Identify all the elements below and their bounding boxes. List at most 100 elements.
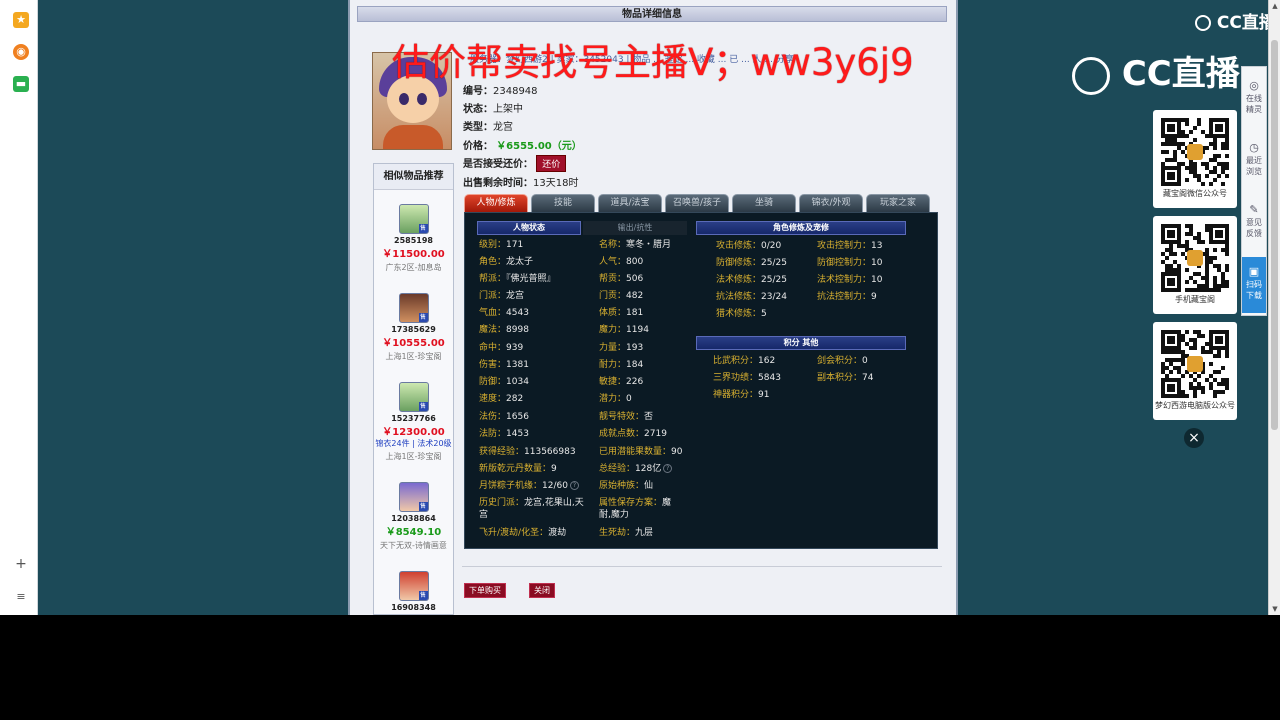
- menu-icon[interactable]: ≡: [12, 590, 30, 603]
- stat-row: 抗法控制力：9: [817, 292, 877, 303]
- stat-row: 总经验：128亿?: [599, 464, 673, 475]
- stat-value: 282: [506, 394, 524, 404]
- stat-label: 魔力：: [599, 325, 627, 335]
- stat-row: 体质：181: [599, 308, 643, 319]
- stat-value: 23/24: [761, 292, 787, 302]
- stat-value: 74: [862, 373, 874, 383]
- similar-item[interactable]: 售 15237766 ￥12300.00 锦衣24件 | 法术20级 上海1区-…: [374, 382, 453, 462]
- similar-item[interactable]: 售 16908348: [374, 571, 453, 612]
- letterbox-bottom: [0, 615, 1280, 720]
- browser-left-strip: ★ ◉ ▬ + ≡: [0, 0, 38, 615]
- weibo-icon[interactable]: ◉: [13, 44, 29, 60]
- help-icon[interactable]: ?: [569, 481, 579, 490]
- stat-row: 防御控制力：10: [817, 258, 882, 269]
- add-icon[interactable]: +: [12, 556, 30, 572]
- side-toolbar: ◎ 在线 精灵 ◷ 最近 浏览 ✎ 意见 反馈 ▣ 扫码 下载: [1241, 66, 1267, 316]
- tab-skills[interactable]: 技能: [531, 194, 595, 212]
- scrollbar[interactable]: ▲ ▼: [1268, 0, 1280, 615]
- stat-row: 人气：800: [599, 257, 643, 268]
- similar-item[interactable]: 售 12038864 ￥8549.10 天下无双-诗情画意: [374, 482, 453, 551]
- similar-item-avatar[interactable]: 售: [398, 571, 429, 601]
- close-button[interactable]: 关闭: [529, 583, 555, 598]
- item-type: 类型：龙宫: [463, 122, 513, 133]
- similar-item[interactable]: 售 2585198 ￥11500.00 广东2区-加息岛: [374, 204, 453, 273]
- tab-home[interactable]: 玩家之家: [866, 194, 930, 212]
- stat-label: 属性保存方案：: [599, 498, 663, 508]
- stat-label: 法防：: [479, 429, 507, 439]
- stat-label: 副本积分：: [817, 373, 863, 383]
- stat-label: 猎术修炼：: [716, 309, 762, 319]
- stat-row: 靓号特效：否: [599, 412, 653, 423]
- stat-label: 名称：: [599, 240, 627, 250]
- cc-logo-icon: [1195, 15, 1211, 31]
- similar-item[interactable]: 售 17385629 ￥10555.00 上海1区-珍宝阁: [374, 293, 453, 362]
- stat-row: 法防：1453: [479, 429, 529, 440]
- item-price: 价格： ￥6555.00（元）: [463, 141, 582, 152]
- stat-row: 魔法：8998: [479, 325, 529, 336]
- similar-item-avatar[interactable]: 售: [398, 482, 429, 512]
- help-icon[interactable]: ?: [663, 464, 673, 473]
- stat-row: 名称：寒冬・腊月: [599, 240, 671, 251]
- stat-label: 命中：: [479, 343, 507, 353]
- bargain-button[interactable]: 还价: [536, 155, 567, 172]
- star-icon[interactable]: ★: [13, 12, 29, 28]
- stat-label: 获得经验：: [479, 447, 525, 457]
- tool-feedback[interactable]: ✎ 意见 反馈: [1242, 195, 1266, 251]
- stat-value: 939: [506, 343, 524, 353]
- stat-value: 龙宫: [506, 291, 525, 301]
- similar-item-avatar[interactable]: 售: [398, 293, 429, 323]
- similar-item-avatar[interactable]: 售: [398, 204, 429, 234]
- tool-recent[interactable]: ◷ 最近 浏览: [1242, 133, 1266, 189]
- stat-label: 防御：: [479, 377, 507, 387]
- stat-label: 防御控制力：: [817, 258, 872, 268]
- stat-value: 1034: [506, 377, 529, 387]
- tab-summons[interactable]: 召唤兽/孩子: [665, 194, 729, 212]
- stat-value: 25/25: [761, 275, 787, 285]
- stat-value: 2719: [644, 429, 667, 439]
- scroll-down-icon[interactable]: ▼: [1270, 605, 1280, 613]
- close-icon[interactable]: ×: [1184, 428, 1204, 448]
- clock-icon: ◷: [1249, 141, 1259, 154]
- stat-value: 171: [506, 240, 524, 250]
- tab-mounts[interactable]: 坐骑: [732, 194, 796, 212]
- stat-label: 伤害：: [479, 360, 507, 370]
- stat-value: 128亿: [635, 464, 662, 474]
- stat-label: 法伤：: [479, 412, 507, 422]
- cc-logo-small: CC直播: [1195, 8, 1276, 33]
- similar-items-panel: 相似物品推荐 售 2585198 ￥11500.00 广东2区-加息岛 售 17…: [373, 163, 454, 615]
- stat-row: 生死劫：九层: [599, 528, 653, 539]
- tool-scan-download[interactable]: ▣ 扫码 下载: [1242, 257, 1266, 313]
- stat-value: 5843: [758, 373, 781, 383]
- buy-button[interactable]: 下单购买: [464, 583, 506, 598]
- tab-outfits[interactable]: 锦衣/外观: [799, 194, 863, 212]
- qr-card-wechat[interactable]: 藏宝阁微信公众号: [1153, 110, 1237, 208]
- stat-row: 防御修炼：25/25: [716, 258, 787, 269]
- qr-card-mobile[interactable]: 手机藏宝阁: [1153, 216, 1237, 314]
- section-cultivation: 角色修炼及宠修: [696, 221, 906, 235]
- stat-row: 宫: [479, 510, 488, 521]
- stat-row: 气血：4543: [479, 308, 529, 319]
- stat-label: 帮派：: [479, 274, 507, 284]
- tab-character[interactable]: 人物/修炼: [464, 194, 528, 212]
- folder-icon[interactable]: ▬: [13, 76, 29, 92]
- stat-value: 9: [551, 464, 557, 474]
- stat-value: 25/25: [761, 258, 787, 268]
- stat-value: 『佛光普照』: [506, 274, 556, 284]
- qr-card-pc[interactable]: 梦幻西游电脑版公众号: [1153, 322, 1237, 420]
- tool-online-helper[interactable]: ◎ 在线 精灵: [1242, 71, 1266, 127]
- similar-item-avatar[interactable]: 售: [398, 382, 429, 412]
- stat-value: 91: [758, 390, 770, 400]
- stat-row: 潜力：0: [599, 394, 632, 405]
- stat-value: 9: [871, 292, 877, 302]
- item-remaining: 出售剩余时间：13天18时: [463, 178, 579, 189]
- stat-row: 耐,魔力: [599, 510, 629, 521]
- tab-items[interactable]: 道具/法宝: [598, 194, 662, 212]
- scroll-up-icon[interactable]: ▲: [1270, 2, 1280, 10]
- stat-label: 法术控制力：: [817, 275, 872, 285]
- divider: [462, 566, 942, 567]
- scroll-thumb[interactable]: [1271, 40, 1278, 430]
- stat-value: 90: [671, 447, 683, 457]
- section-output[interactable]: 输出/抗性: [583, 221, 687, 235]
- stat-row: 耐力：184: [599, 360, 643, 371]
- stat-value: 5: [761, 309, 767, 319]
